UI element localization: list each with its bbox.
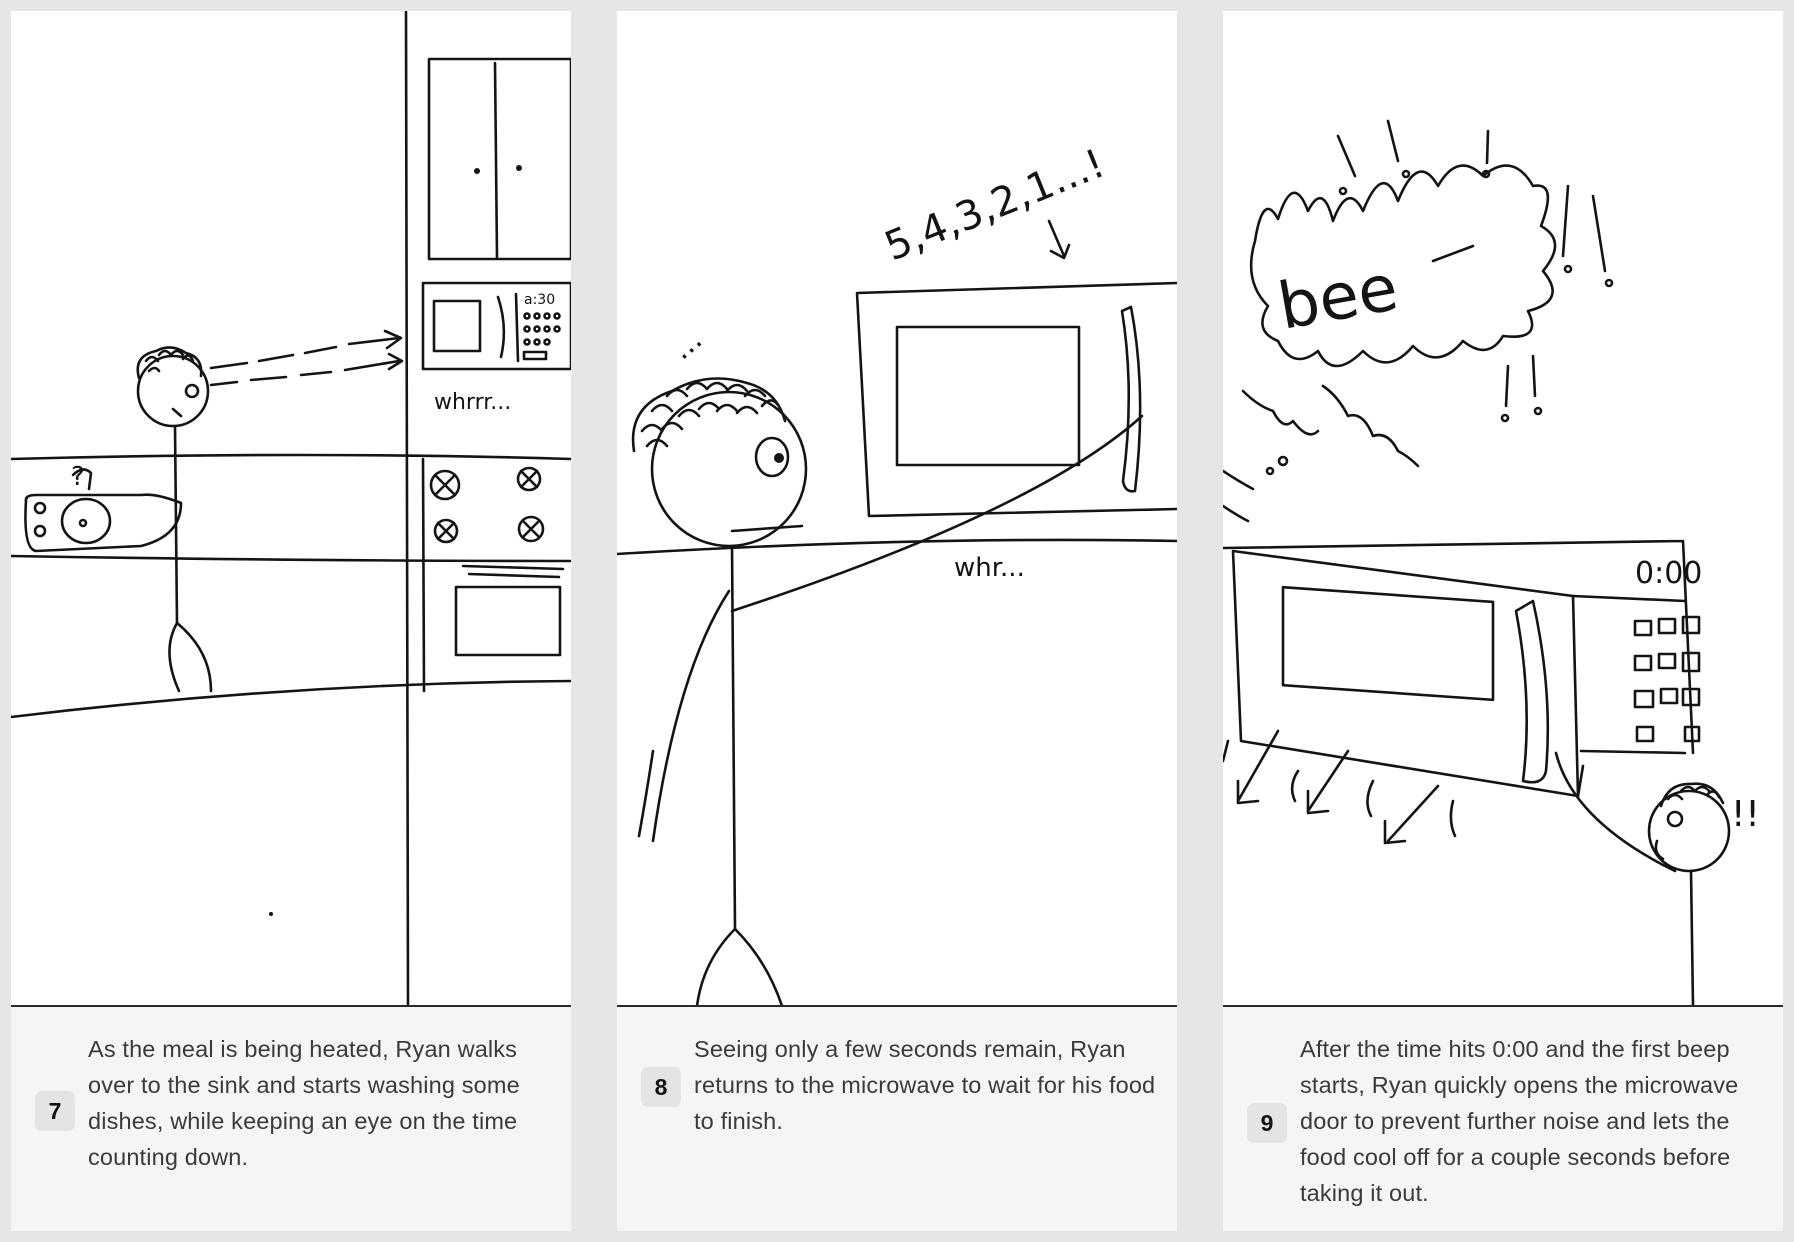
steam-arrow-3 (1383, 784, 1440, 845)
sketch-svg-8: 5,4,3,2,1...! whr... ... (617, 141, 1177, 1006)
sink-drain (78, 518, 88, 528)
ryan-body (1689, 869, 1695, 1006)
storyboard-panel-7: a:30 whrrr... ? 7 As the meal is being h… (11, 11, 571, 1231)
whrrr-sound-text: whrrr... (434, 390, 511, 415)
ryan-hair (631, 377, 787, 453)
counter-top-line (11, 453, 571, 461)
microwave-window (1281, 585, 1495, 702)
ryan-hand (637, 749, 655, 838)
panel-number-badge-7: 7 (35, 1091, 75, 1131)
ryan-figure-8 (631, 377, 1144, 1006)
sketch-svg-7: a:30 whrrr... ? (11, 11, 571, 1006)
exclaim-text: !! (1731, 794, 1760, 835)
thought-dots-text: ... (665, 322, 709, 367)
sound-squiggle-left (1241, 389, 1320, 436)
cabinet-knob-right (516, 165, 522, 171)
panel-number-badge-9: 9 (1247, 1103, 1287, 1143)
ryan-legs (168, 621, 213, 693)
sketch-drawing-8: 5,4,3,2,1...! whr... ... (617, 11, 1177, 1006)
caption-area-8: 8 Seeing only a few seconds remain, Ryan… (617, 1007, 1177, 1231)
oven-handle (461, 564, 565, 579)
ryan-figure-7 (136, 346, 213, 693)
stove-edge (421, 457, 426, 693)
beep-dash (1431, 244, 1475, 263)
sink-knob-bottom (33, 524, 47, 538)
caption-area-9: 9 After the time hits 0:00 and the first… (1223, 1007, 1783, 1231)
sight-line-upper (209, 336, 401, 370)
countdown-text: 5,4,3,2,1...! (879, 141, 1112, 271)
storyboard-panel-9: bee 0:00 !! 9 After the time hits 0:00 a… (1223, 11, 1783, 1231)
sketch-drawing-7: a:30 whrrr... ? (11, 11, 571, 1006)
ryan-body (730, 544, 737, 931)
microwave-frame (1571, 594, 1687, 798)
ryan-eye (184, 383, 200, 399)
stray-dot (269, 912, 273, 916)
microwave-display-text: a:30 (524, 292, 555, 308)
oven-window (454, 585, 562, 657)
counter-front-line (11, 554, 571, 563)
microwave-handle (1120, 305, 1142, 493)
ryan-figure-9: !! (1554, 751, 1760, 1006)
sound-squiggle-mid (1321, 384, 1420, 468)
ryan-arm-down (651, 589, 731, 843)
caption-text-7: As the meal is being heated, Ryan walks … (88, 1036, 520, 1170)
ryan-eye (1666, 810, 1684, 828)
stove-burners (429, 466, 545, 544)
caption-text-8: Seeing only a few seconds remain, Ryan r… (694, 1036, 1156, 1134)
ryan-mouth (171, 407, 183, 418)
sketch-svg-9: bee 0:00 !! (1223, 119, 1760, 1006)
sketch-drawing-9: bee 0:00 !! (1223, 11, 1783, 1006)
steam-arrow-2 (1306, 749, 1350, 815)
sink-knob-top (33, 501, 47, 515)
wall-edge (404, 11, 410, 1006)
steam-arrow-edge (1223, 739, 1230, 763)
cabinet-divider (493, 61, 499, 259)
microwave-window (895, 325, 1081, 467)
question-mark-text: ? (71, 462, 85, 492)
sound-squiggle-edge (1223, 469, 1255, 523)
microwave-handle (496, 295, 506, 359)
microwave-buttons (522, 312, 561, 361)
steam-squiggles (1290, 769, 1457, 838)
caption-text-9: After the time hits 0:00 and the first b… (1300, 1036, 1739, 1206)
caption-area-7: 7 As the meal is being heated, Ryan walk… (11, 1007, 571, 1231)
countdown-arrow (1047, 219, 1071, 260)
microwave-panel-edge (514, 292, 520, 363)
counter-edge (1223, 539, 1695, 755)
ryan-mouth (730, 524, 804, 533)
whr-sound-text: whr... (954, 553, 1025, 583)
cabinet-knob-left (474, 168, 480, 174)
sink-basin (24, 493, 183, 553)
microwave-window (432, 299, 482, 353)
microwave-display-text: 0:00 (1635, 556, 1702, 591)
beep-text: bee (1273, 251, 1403, 345)
microwave-handle (1514, 599, 1550, 784)
ryan-pupil (774, 453, 784, 463)
storyboard-panel-8: 5,4,3,2,1...! whr... ... 8 Seeing only a… (617, 11, 1177, 1231)
ryan-legs (695, 927, 784, 1006)
upper-cabinet (427, 57, 571, 261)
floor-line (11, 679, 571, 719)
panel-number-badge-8: 8 (641, 1067, 681, 1107)
